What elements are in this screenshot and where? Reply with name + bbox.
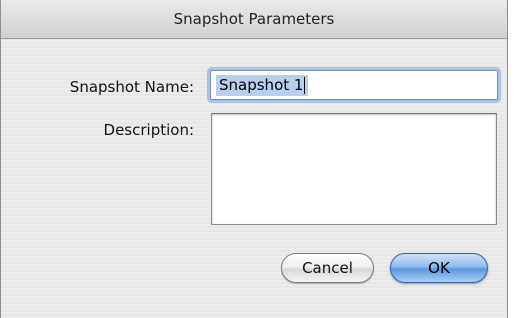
snapshot-name-input[interactable]: Snapshot 1: [210, 70, 498, 100]
snapshot-name-value: Snapshot 1: [219, 76, 304, 94]
snapshot-parameters-dialog: Snapshot Parameters Snapshot Name: Snaps…: [0, 0, 508, 318]
description-textarea[interactable]: [211, 113, 497, 225]
ok-button[interactable]: OK: [390, 253, 488, 283]
description-label: Description:: [103, 121, 194, 139]
snapshot-name-label: Snapshot Name:: [69, 78, 194, 96]
text-caret: [304, 77, 306, 94]
dialog-title: Snapshot Parameters: [1, 0, 507, 39]
snapshot-name-selected-text: Snapshot 1: [216, 75, 309, 96]
cancel-button[interactable]: Cancel: [281, 253, 374, 283]
